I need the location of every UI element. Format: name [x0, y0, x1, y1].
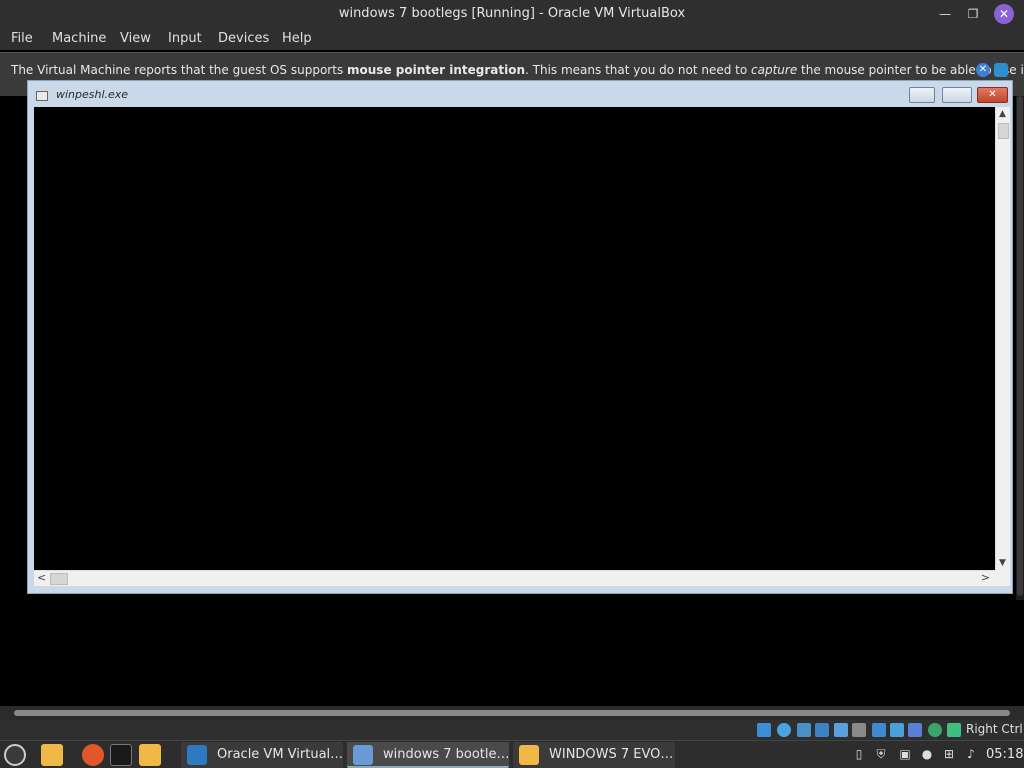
scroll-left-icon[interactable]: < — [37, 571, 46, 584]
clock[interactable]: 05:18 — [986, 747, 1023, 762]
close-button[interactable]: ✕ — [994, 4, 1014, 24]
vm-horizontal-scrollbar[interactable] — [0, 706, 1024, 720]
files-launcher-icon[interactable] — [41, 744, 63, 766]
console-output[interactable] — [34, 107, 995, 570]
virtualbox-vm-icon — [353, 745, 373, 765]
scroll-up-icon[interactable]: ▲ — [999, 109, 1006, 119]
task-windows7-folder[interactable]: WINDOWS 7 EVO… — [513, 742, 675, 768]
scroll-down-icon[interactable]: ▼ — [999, 558, 1006, 568]
guest-horizontal-scrollbar[interactable]: < > — [34, 570, 995, 586]
guest-vertical-scrollbar[interactable]: ▲ ▼ — [995, 107, 1010, 570]
scroll-thumb[interactable] — [998, 123, 1009, 139]
scrollbar-corner — [995, 570, 1010, 586]
minimize-button[interactable]: — — [936, 5, 954, 23]
window-title: windows 7 bootlegs [Running] - Oracle VM… — [338, 6, 686, 21]
terminal-launcher-icon[interactable] — [110, 744, 132, 766]
optical-drive-icon[interactable] — [757, 723, 771, 737]
video-capture-icon[interactable] — [890, 723, 904, 737]
folder-icon — [519, 745, 539, 765]
network-icon[interactable] — [815, 723, 829, 737]
menu-help[interactable]: Help — [282, 31, 312, 46]
vm-vertical-scrollbar[interactable] — [1016, 96, 1024, 600]
firefox-launcher-icon[interactable] — [82, 744, 104, 766]
virtualbox-icon — [187, 745, 207, 765]
mouse-pointer-icon[interactable] — [994, 63, 1008, 77]
menu-devices[interactable]: Devices — [218, 31, 269, 46]
scroll-right-icon[interactable]: > — [981, 571, 990, 584]
task-label: windows 7 bootle… — [383, 747, 510, 762]
cpu-icon — [928, 723, 942, 737]
notice-close-icon[interactable]: ✕ — [976, 63, 990, 77]
guest-minimize-button[interactable] — [909, 87, 935, 103]
menubar: File Machine View Input Devices Help — [0, 28, 1024, 50]
window-titlebar: windows 7 bootlegs [Running] - Oracle VM… — [0, 0, 1024, 28]
notice-message: The Virtual Machine reports that the gue… — [11, 63, 1024, 77]
clipboard-icon[interactable]: ▯ — [852, 747, 866, 761]
taskbar: Oracle VM Virtual… windows 7 bootle… WIN… — [0, 740, 1024, 768]
maximize-button[interactable]: ❐ — [964, 5, 982, 23]
menu-input[interactable]: Input — [168, 31, 202, 46]
task-oracle-vm[interactable]: Oracle VM Virtual… — [181, 742, 343, 768]
guest-close-button[interactable]: ✕ — [977, 87, 1008, 103]
host-key-label[interactable]: Right Ctrl — [966, 722, 1023, 736]
scroll-thumb[interactable] — [14, 710, 1010, 716]
guest-maximize-button[interactable] — [942, 87, 972, 103]
scroll-thumb[interactable] — [1017, 96, 1023, 596]
shared-folders-icon[interactable] — [852, 723, 866, 737]
hard-disk-icon[interactable] — [777, 723, 791, 737]
audio-icon[interactable] — [797, 723, 811, 737]
mint-menu-icon[interactable] — [4, 744, 26, 766]
task-label: Oracle VM Virtual… — [217, 747, 344, 762]
task-windows7-vm[interactable]: windows 7 bootle… — [347, 742, 510, 768]
mouse-integration-icon[interactable] — [947, 723, 961, 737]
console-icon — [36, 91, 48, 101]
folder-launcher-icon[interactable] — [139, 744, 161, 766]
menu-machine[interactable]: Machine — [52, 31, 106, 46]
volume-icon[interactable]: ♪ — [964, 747, 978, 761]
scroll-thumb[interactable] — [50, 573, 68, 585]
task-label: WINDOWS 7 EVO… — [549, 747, 674, 762]
menu-view[interactable]: View — [120, 31, 151, 46]
shield-icon[interactable]: ⛨ — [874, 747, 888, 761]
user-icon[interactable]: ● — [920, 747, 934, 761]
display-icon[interactable] — [872, 723, 886, 737]
vbox-statusbar: Right Ctrl — [0, 720, 1024, 740]
usb-icon[interactable] — [834, 723, 848, 737]
menu-file[interactable]: File — [11, 31, 33, 46]
update-icon[interactable]: ▣ — [898, 747, 912, 761]
virtualization-icon — [908, 723, 922, 737]
guest-window-title: winpeshl.exe — [56, 88, 129, 101]
network-icon[interactable]: ⊞ — [942, 747, 956, 761]
